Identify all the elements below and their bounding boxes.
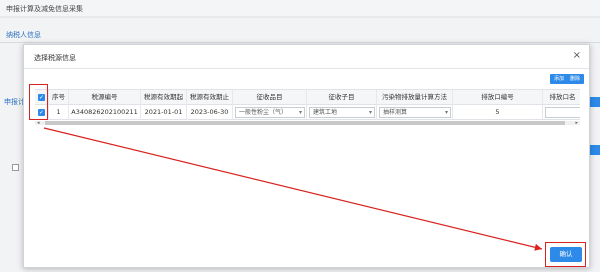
sub-item-select-value: 建筑工地 bbox=[313, 109, 338, 116]
header-source-id: 税源编号 bbox=[69, 90, 141, 105]
annotation-box-confirm bbox=[545, 242, 586, 267]
scroll-thumb[interactable] bbox=[45, 121, 565, 125]
row-item-cell: 一般性粉尘（气） ▾ bbox=[233, 105, 307, 120]
section-declaration: 申报计 bbox=[4, 98, 25, 106]
header-outlet-name: 排放口名 bbox=[543, 90, 580, 105]
section-divider bbox=[0, 42, 600, 43]
header-sub-item: 征收子目 bbox=[307, 90, 377, 105]
close-icon[interactable]: × bbox=[573, 51, 581, 61]
header-outlet-no: 排放口编号 bbox=[453, 90, 543, 105]
table-header-row: ✓ 序号 税源编号 税源有效期起 税源有效期止 征收品目 征收子目 污染物排放量… bbox=[35, 90, 580, 105]
header-item: 征收品目 bbox=[233, 90, 307, 105]
tax-source-table: ✓ 序号 税源编号 税源有效期起 税源有效期止 征收品目 征收子目 污染物排放量… bbox=[35, 89, 580, 123]
chevron-down-icon: ▾ bbox=[298, 109, 302, 116]
outlet-name-input[interactable] bbox=[545, 107, 580, 118]
item-select[interactable]: 一般性粉尘（气） ▾ bbox=[235, 107, 305, 118]
horizontal-scrollbar[interactable]: ◂ ▸ bbox=[35, 120, 580, 126]
header-seq: 序号 bbox=[49, 90, 69, 105]
background-button-2[interactable] bbox=[590, 145, 600, 155]
row-seq: 1 bbox=[49, 105, 69, 120]
item-select-value: 一般性粉尘（气） bbox=[239, 109, 288, 116]
table-row[interactable]: ✓ 1 A340826202100211 2021-01-01 2023-06-… bbox=[35, 105, 580, 120]
scroll-right-icon[interactable]: ▸ bbox=[575, 120, 578, 126]
row-method-cell: 抽样测算 ▾ bbox=[377, 105, 453, 120]
row-outlet-name-cell bbox=[543, 105, 580, 120]
row-outlet-no: 5 bbox=[453, 105, 543, 120]
header-end-date: 税源有效期止 bbox=[187, 90, 233, 105]
section-taxpayer-info: 纳税人信息 bbox=[6, 31, 41, 39]
dialog-header: 选择税源信息 × bbox=[24, 45, 589, 69]
method-select[interactable]: 抽样测算 ▾ bbox=[379, 107, 451, 118]
delete-button[interactable]: 删除 bbox=[566, 74, 585, 84]
page-title: 申报计算及减免信息采集 bbox=[6, 5, 83, 13]
background-button[interactable] bbox=[590, 97, 600, 107]
header-start-date: 税源有效期起 bbox=[141, 90, 187, 105]
annotation-box-checkboxes bbox=[29, 84, 48, 120]
dialog-title: 选择税源信息 bbox=[34, 54, 76, 62]
header-method: 污染物排放量计算方法 bbox=[377, 90, 453, 105]
page-header: 申报计算及减免信息采集 bbox=[0, 0, 600, 16]
row-source-id: A340826202100211 bbox=[69, 105, 141, 120]
chevron-down-icon: ▾ bbox=[444, 109, 448, 116]
sub-item-select[interactable]: 建筑工地 ▾ bbox=[309, 107, 375, 118]
method-select-value: 抽样测算 bbox=[383, 109, 408, 116]
background-checkbox[interactable] bbox=[12, 164, 19, 171]
scroll-left-icon[interactable]: ◂ bbox=[37, 120, 40, 126]
row-start-date: 2021-01-01 bbox=[141, 105, 187, 120]
select-tax-source-dialog: 选择税源信息 × 添加 删除 ✓ 序号 税源编号 税源有效期起 税源有效期止 征… bbox=[23, 44, 590, 268]
row-sub-item-cell: 建筑工地 ▾ bbox=[307, 105, 377, 120]
row-end-date: 2023-06-30 bbox=[187, 105, 233, 120]
chevron-down-icon: ▾ bbox=[368, 109, 372, 116]
